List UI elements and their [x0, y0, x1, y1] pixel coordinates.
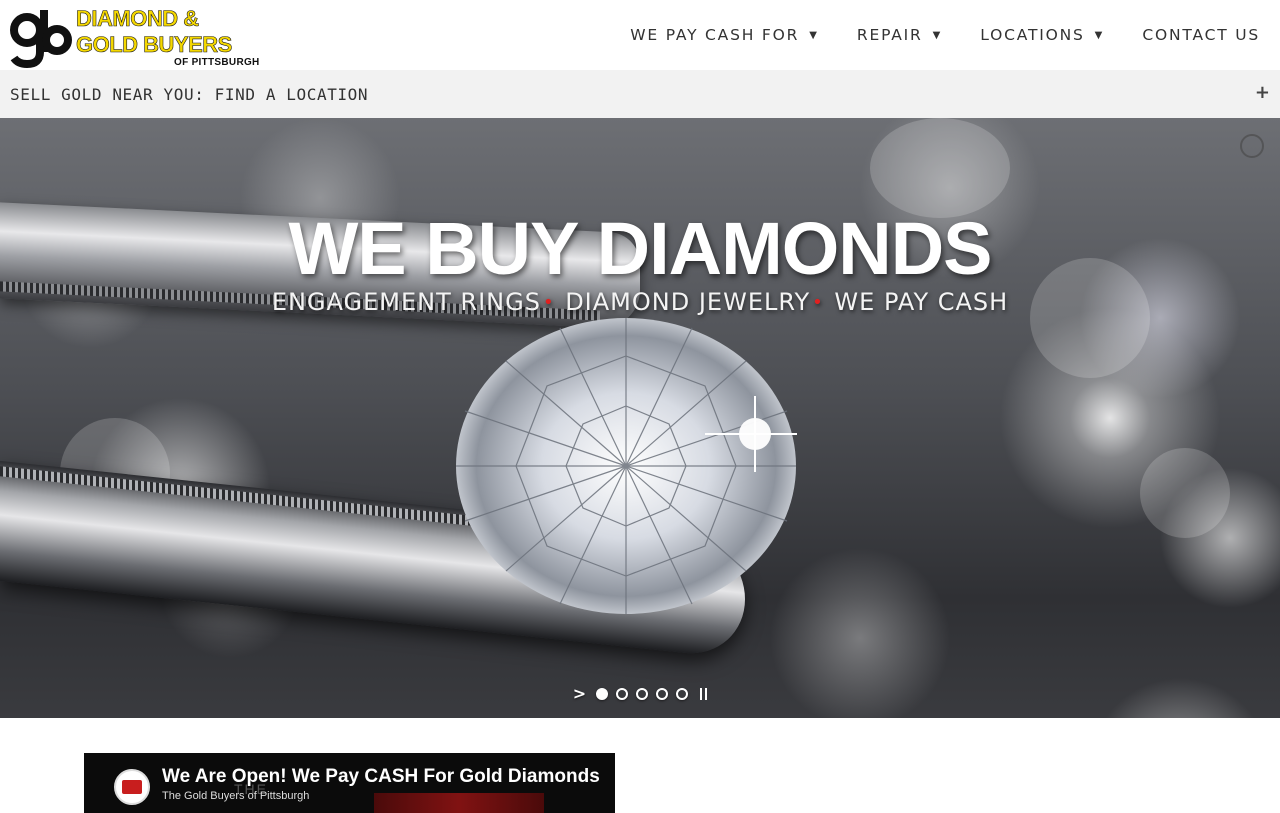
next-slide-icon[interactable]: >	[573, 684, 586, 703]
find-location-bar[interactable]: SELL GOLD NEAR YOU: FIND A LOCATION +	[0, 70, 1280, 118]
nav-label: REPAIR	[856, 26, 923, 44]
video-title[interactable]: We Are Open! We Pay CASH For Gold Diamon…	[162, 766, 602, 788]
hero-title: WE BUY DIAMONDS	[288, 207, 992, 290]
caret-down-icon: ▼	[809, 29, 817, 41]
slide-dot-3[interactable]	[636, 687, 649, 700]
site-header: DIAMOND & GOLD BUYERS OF PITTSBURGH WE P…	[0, 0, 1280, 70]
slide-dot-2[interactable]	[616, 687, 629, 700]
logo-text-diamond: DIAMOND &	[76, 6, 200, 31]
main-nav: WE PAY CASH FOR ▼ REPAIR ▼ LOCATIONS ▼ C…	[630, 0, 1280, 70]
nav-contact-us[interactable]: CONTACT US	[1142, 26, 1260, 44]
bullet-separator-icon: •	[542, 292, 555, 313]
hero-subtitle-part: ENGAGEMENT RINGS	[271, 288, 541, 316]
slide-dot-5[interactable]	[676, 687, 689, 700]
video-channel-name[interactable]: The Gold Buyers of Pittsburgh	[162, 790, 309, 802]
hero-slider: WE BUY DIAMONDS ENGAGEMENT RINGS • DIAMON…	[0, 118, 1280, 718]
slider-controls: >	[0, 684, 1280, 703]
nav-label: WE PAY CASH FOR	[630, 26, 800, 44]
nav-we-pay-cash-for[interactable]: WE PAY CASH FOR ▼	[630, 26, 817, 44]
hero-subtitle: ENGAGEMENT RINGS • DIAMOND JEWELRY • WE PA…	[0, 288, 1280, 316]
nav-locations[interactable]: LOCATIONS ▼	[980, 26, 1102, 44]
hero-subtitle-part: WE PAY CASH	[834, 288, 1009, 316]
video-thumbnail-banner	[374, 793, 544, 813]
nav-repair[interactable]: REPAIR ▼	[857, 26, 940, 44]
slide-dot-4[interactable]	[656, 687, 669, 700]
bullet-separator-icon: •	[812, 292, 824, 313]
caret-down-icon: ▼	[932, 29, 941, 41]
find-location-label: SELL GOLD NEAR YOU: FIND A LOCATION	[10, 85, 369, 104]
caret-down-icon: ▼	[1094, 29, 1103, 41]
youtube-video-embed[interactable]: THE We Are Open! We Pay CASH For Gold Di…	[84, 753, 615, 813]
expand-plus-icon[interactable]: +	[1255, 82, 1270, 103]
channel-logo-icon	[122, 780, 142, 794]
bokeh-light	[870, 118, 1010, 218]
loading-ring-icon	[1240, 134, 1264, 158]
gb-logo-icon	[10, 10, 72, 68]
diamond-image	[456, 318, 797, 614]
pause-icon[interactable]	[700, 687, 708, 700]
bokeh-light	[1140, 448, 1230, 538]
logo-text-pittsburgh: OF PITTSBURGH	[174, 57, 260, 68]
slide-dot-1[interactable]	[596, 687, 609, 700]
site-logo[interactable]: DIAMOND & GOLD BUYERS OF PITTSBURGH	[10, 6, 270, 68]
nav-label: LOCATIONS	[980, 26, 1085, 44]
nav-label: CONTACT US	[1142, 26, 1260, 44]
logo-text-gold-buyers: GOLD BUYERS	[76, 32, 233, 57]
hero-subtitle-part: DIAMOND JEWELRY	[565, 288, 811, 316]
